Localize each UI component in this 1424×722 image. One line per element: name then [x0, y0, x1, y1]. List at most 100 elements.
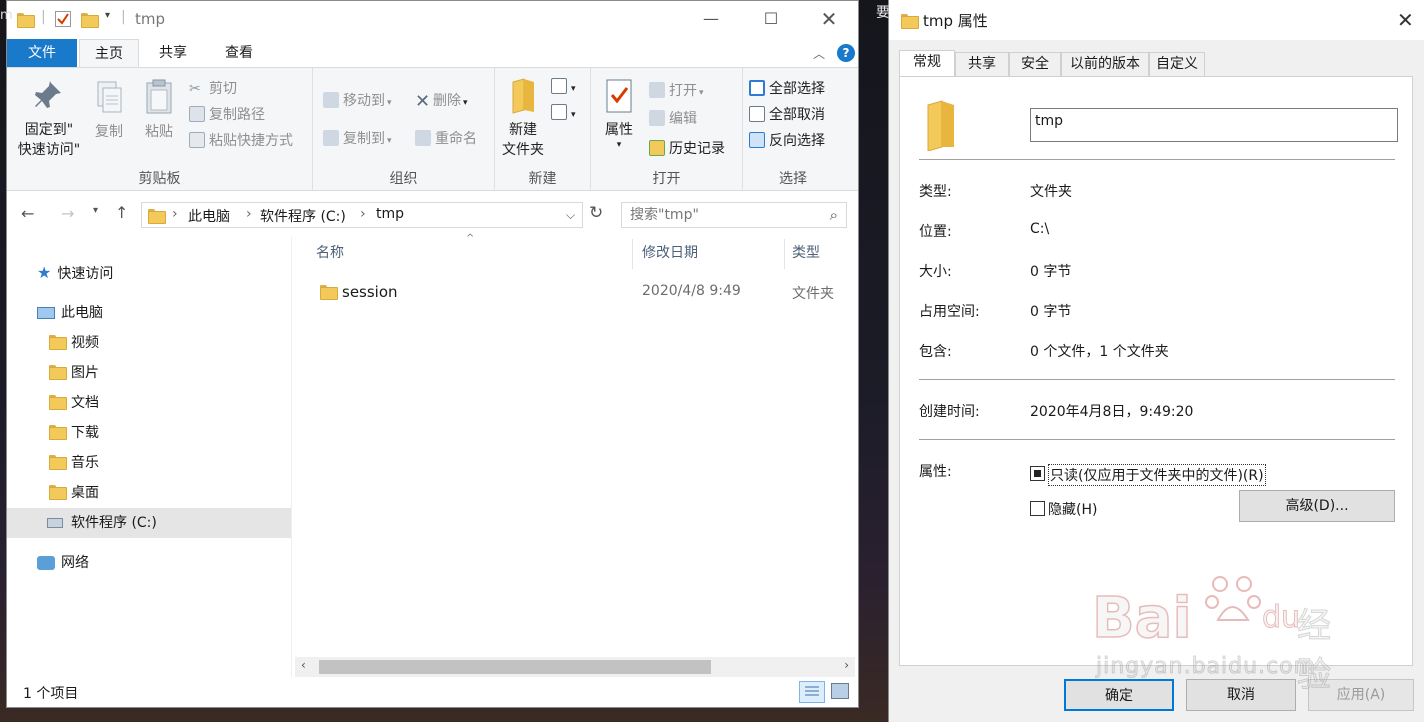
table-row[interactable]: session 2020/4/8 9:49 文件夹	[292, 277, 858, 307]
dropdown-chevron-icon: ▾	[387, 136, 392, 146]
folder-large-icon	[927, 100, 954, 151]
breadcrumb-tmp[interactable]: tmp	[376, 206, 404, 222]
column-name[interactable]: 名称	[316, 237, 344, 269]
tab-home[interactable]: 主页	[79, 39, 139, 67]
nav-network[interactable]: 网络	[37, 548, 89, 578]
pin-icon	[35, 81, 61, 108]
horizontal-scrollbar[interactable]: ‹ ›	[295, 657, 855, 677]
column-divider[interactable]	[784, 239, 785, 269]
column-divider[interactable]	[632, 239, 633, 269]
window-title: tmp	[135, 10, 166, 28]
apply-button[interactable]: 应用(A)	[1308, 679, 1414, 711]
cut-button[interactable]: ✂ 剪切	[189, 78, 237, 98]
scroll-right-arrow-icon[interactable]: ›	[844, 658, 849, 672]
paste-shortcut-button[interactable]: 粘贴快捷方式	[189, 130, 293, 150]
properties-quick-icon[interactable]	[55, 11, 71, 27]
readonly-checkbox[interactable]	[1030, 466, 1045, 481]
group-label-select: 选择	[779, 171, 807, 187]
nav-item-documents[interactable]: 文档	[49, 388, 99, 418]
move-to-button[interactable]: 移动到 ▾	[323, 90, 392, 110]
refresh-icon[interactable]: ↻	[589, 203, 603, 223]
folder-name-input[interactable]: tmp	[1030, 108, 1398, 142]
easy-access-button[interactable]: ▾	[551, 104, 576, 121]
copy-path-button[interactable]: 复制路径	[189, 104, 265, 124]
nav-quick-access[interactable]: ★ 快速访问	[37, 258, 113, 288]
up-arrow-icon[interactable]: ↑	[115, 203, 128, 222]
copy-button[interactable]: 复制	[87, 80, 131, 142]
nav-item-videos[interactable]: 视频	[49, 328, 99, 358]
scrollbar-thumb[interactable]	[319, 660, 711, 674]
music-folder-icon	[49, 455, 67, 470]
edit-button[interactable]: 编辑	[649, 108, 697, 128]
scroll-left-arrow-icon[interactable]: ‹	[301, 658, 306, 672]
nav-item-pictures[interactable]: 图片	[49, 358, 99, 388]
nav-item-downloads[interactable]: 下载	[49, 418, 99, 448]
crumb-separator-icon: ›	[246, 206, 252, 222]
paste-button[interactable]: 粘贴	[137, 78, 181, 142]
pin-quick-access-button[interactable]: 固定到" 快速访问"	[11, 80, 87, 160]
details-view-icon[interactable]	[799, 681, 825, 703]
large-icons-view-icon[interactable]	[831, 683, 849, 699]
collapse-ribbon-chevron-icon[interactable]: ︿	[813, 45, 825, 62]
open-button[interactable]: 打开 ▾	[649, 80, 704, 100]
address-dropdown-chevron-icon[interactable]: ⌵	[566, 208, 575, 223]
properties-button[interactable]: 属性 ▾	[597, 78, 641, 150]
hidden-label[interactable]: 隐藏(H)	[1048, 499, 1097, 519]
delete-button[interactable]: ✕ 删除 ▾	[415, 90, 468, 112]
maximize-button[interactable]: ☐	[751, 7, 791, 31]
history-button[interactable]: 历史记录	[649, 138, 725, 158]
close-button[interactable]: ✕	[809, 7, 849, 31]
help-icon[interactable]: ?	[837, 44, 855, 62]
select-none-button[interactable]: 全部取消	[749, 104, 825, 124]
nav-item-desktop[interactable]: 桌面	[49, 478, 99, 508]
rename-icon	[415, 130, 431, 146]
tab-file[interactable]: 文件	[7, 39, 77, 67]
tab-view[interactable]: 查看	[207, 39, 271, 67]
indeterminate-mark	[1034, 470, 1041, 477]
new-item-button[interactable]: ▾	[551, 78, 576, 95]
divider	[919, 439, 1395, 440]
select-all-button[interactable]: 全部选择	[749, 78, 825, 98]
close-button[interactable]: ✕	[1397, 8, 1414, 32]
group-new: 新建 文件夹 ▾ ▾ 新建	[495, 68, 591, 190]
folder-icon	[320, 285, 338, 300]
address-box[interactable]: › 此电脑 › 软件程序 (C:) › tmp ⌵	[141, 202, 583, 228]
paste-shortcut-icon	[189, 132, 205, 148]
column-type[interactable]: 类型	[792, 237, 820, 269]
tab-general[interactable]: 常规	[899, 50, 955, 77]
nav-item-drive-c[interactable]: 软件程序 (C:)	[7, 508, 291, 538]
back-arrow-icon[interactable]: ←	[21, 204, 34, 223]
nav-item-music[interactable]: 音乐	[49, 448, 99, 478]
tab-security[interactable]: 安全	[1009, 52, 1061, 76]
invert-selection-button[interactable]: 反向选择	[749, 130, 825, 150]
tab-share[interactable]: 共享	[955, 52, 1009, 76]
breadcrumb-drive-c[interactable]: 软件程序 (C:)	[260, 206, 346, 226]
tab-share[interactable]: 共享	[143, 39, 203, 67]
new-folder-quick-icon[interactable]	[81, 13, 99, 28]
folder-icon	[901, 14, 919, 29]
video-folder-icon	[49, 335, 67, 350]
nav-this-pc[interactable]: 此电脑	[37, 298, 103, 328]
minimize-button[interactable]: —	[691, 7, 731, 31]
tab-customize[interactable]: 自定义	[1149, 52, 1205, 76]
pictures-folder-icon	[49, 365, 67, 380]
copy-to-button[interactable]: 复制到 ▾	[323, 128, 392, 148]
column-date[interactable]: 修改日期	[642, 237, 698, 269]
rename-button[interactable]: 重命名	[415, 128, 477, 148]
search-input[interactable]: 搜索"tmp" ⌕	[621, 202, 847, 228]
customize-toolbar-chevron-icon[interactable]: ▾	[105, 10, 110, 21]
hidden-checkbox[interactable]	[1030, 501, 1045, 516]
new-folder-button[interactable]: 新建 文件夹	[499, 78, 547, 160]
properties-icon	[606, 79, 632, 113]
folder-icon	[148, 209, 166, 224]
forward-arrow-icon[interactable]: →	[61, 204, 74, 223]
readonly-label[interactable]: 只读(仅应用于文件夹中的文件)(R)	[1048, 464, 1266, 486]
navigation-pane: ★ 快速访问 此电脑 视频 图片 文档 下载 音乐 桌面 软件程序 (C:) 网络	[7, 237, 291, 675]
advanced-button[interactable]: 高级(D)...	[1239, 490, 1395, 522]
ok-button[interactable]: 确定	[1064, 679, 1174, 711]
tab-previous-versions[interactable]: 以前的版本	[1061, 52, 1149, 76]
move-to-icon	[323, 92, 339, 108]
cancel-button[interactable]: 取消	[1186, 679, 1296, 711]
breadcrumb-this-pc[interactable]: 此电脑	[188, 206, 230, 226]
recent-locations-chevron-icon[interactable]: ▾	[93, 205, 98, 216]
